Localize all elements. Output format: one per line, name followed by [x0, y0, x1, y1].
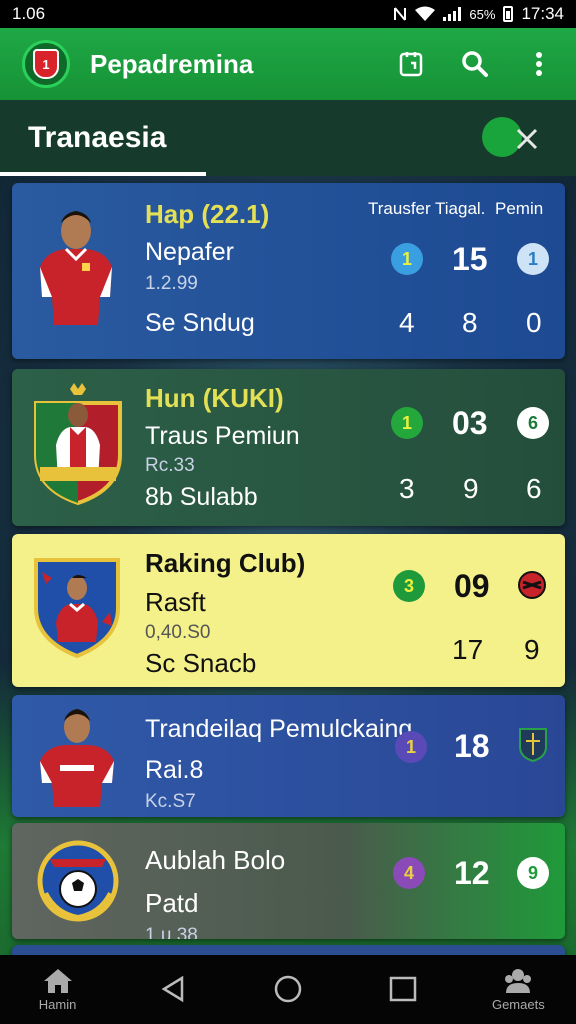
- player-sub: 1.u.38: [145, 925, 198, 939]
- list-item[interactable]: Hun (KUKI) Traus Pemiun Rc.33 8b Sulabb …: [12, 369, 565, 526]
- tab-active[interactable]: Tranaesia: [28, 121, 548, 155]
- nav-home-circle[interactable]: [243, 974, 333, 1006]
- home-icon: [43, 969, 72, 993]
- stat-value: 17: [452, 634, 484, 665]
- nav-home-label: Hamin: [38, 997, 77, 1012]
- player-name: Nepafer: [145, 238, 234, 266]
- rank-badge: 1: [395, 731, 427, 763]
- column-header-tiagal: Tiagal.: [435, 199, 486, 218]
- player-name: Rasft: [145, 587, 206, 617]
- wifi-icon: [415, 6, 436, 21]
- recents-icon: [389, 976, 417, 1001]
- score-value: 09: [454, 568, 490, 604]
- column-header-pemin: Pemin: [495, 199, 544, 218]
- nav-group-label: Gemaets: [491, 997, 545, 1012]
- rank-badge: 4: [393, 857, 425, 889]
- app-bar: 1 Pepadremina: [0, 28, 576, 100]
- app-logo[interactable]: 1: [22, 40, 70, 88]
- club-title: Aublah Bolo: [145, 845, 286, 875]
- player-name: Rai.8: [145, 756, 204, 784]
- points-badge: 6: [517, 407, 549, 439]
- player-stat: 8b Sulabb: [145, 483, 258, 511]
- player-sub: Rc.33: [145, 455, 195, 476]
- stat-value: 8: [462, 307, 478, 338]
- tab-strip: Tranaesia: [0, 100, 576, 176]
- player-stat: Sc Snacb: [145, 648, 257, 678]
- nav-recents[interactable]: [358, 976, 448, 1004]
- close-icon[interactable]: [512, 124, 542, 154]
- player-name: Traus Pemiun: [145, 422, 300, 450]
- status-time-right: 17:34: [521, 4, 564, 23]
- player-sub: Kc.S7: [145, 791, 196, 812]
- card-text: Hap (22.1) Nepafer 1.2.99 Se Sndug: [145, 199, 269, 338]
- player-avatar: [26, 197, 126, 342]
- battery-percent: 65%: [469, 6, 496, 22]
- search-icon[interactable]: [460, 49, 490, 79]
- player-name: Patd: [145, 888, 199, 918]
- player-stat: Se Sndug: [145, 309, 255, 337]
- stat-value: 3: [399, 473, 415, 504]
- points-badge: 1: [517, 243, 549, 275]
- nfc-icon: [394, 7, 407, 21]
- card-text: Hun (KUKI) Traus Pemiun Rc.33 8b Sulabb: [145, 383, 300, 512]
- club-crest: [30, 381, 126, 510]
- group-icon: [505, 969, 532, 993]
- list-item[interactable]: Aublah Bolo Patd 1.u.38 4 12 9: [12, 823, 565, 939]
- club-title: Raking Club): [145, 548, 306, 578]
- nav-home[interactable]: Hamin: [13, 967, 103, 1012]
- club-title: Trandeilaq Pemulckaing: [145, 715, 413, 743]
- score-value: 15: [452, 241, 488, 277]
- stat-value: 6: [526, 473, 542, 504]
- nav-back[interactable]: [128, 975, 218, 1005]
- signal-icon: [443, 7, 462, 21]
- rank-badge: 3: [393, 570, 425, 602]
- status-bar: 1.06 65% 17:34: [0, 0, 576, 28]
- app-bar-actions: [396, 49, 554, 79]
- more-vert-icon[interactable]: [524, 49, 554, 79]
- club-title: Hap (22.1): [145, 199, 270, 229]
- list-item-highlighted[interactable]: Raking Club) Rasft 0,40.S0 Sc Snacb 3 09…: [12, 534, 565, 687]
- score-value: 03: [452, 405, 488, 441]
- stat-value: 4: [399, 307, 415, 338]
- status-time-left: 1.06: [12, 4, 46, 23]
- rank-badge: 1: [391, 407, 423, 439]
- list-item[interactable]: Hap (22.1) Nepafer 1.2.99 Se Sndug Traus…: [12, 183, 565, 359]
- points-badge: 9: [517, 857, 549, 889]
- card-text: Raking Club) Rasft 0,40.S0 Sc Snacb: [145, 548, 305, 679]
- stat-value: 9: [524, 634, 540, 665]
- back-icon: [161, 975, 184, 1002]
- document-icon[interactable]: [396, 49, 426, 79]
- player-sub: 1.2.99: [145, 273, 198, 294]
- club-title: Hun (KUKI): [145, 383, 284, 413]
- logo-shield-icon: 1: [33, 49, 59, 79]
- stat-value: 0: [526, 307, 542, 338]
- club-crest: [36, 835, 120, 932]
- app-title: Pepadremina: [90, 48, 254, 79]
- stat-value: 9: [463, 473, 479, 504]
- home-circle-icon: [274, 975, 302, 1002]
- battery-icon: [503, 6, 514, 22]
- rank-badge: 1: [391, 243, 423, 275]
- nav-group[interactable]: Gemaets: [473, 967, 563, 1012]
- club-badge-icon: [518, 571, 546, 599]
- card-text: Trandeilaq Pemulckaing Rai.8 Kc.S7: [145, 715, 412, 813]
- card-text: Aublah Bolo Patd 1.u.38: [145, 845, 285, 939]
- tab-indicator: [0, 172, 206, 176]
- column-header-transfer: Trausfer: [368, 199, 431, 218]
- player-sub: 0,40.S0: [145, 622, 211, 643]
- player-avatar: [32, 703, 122, 817]
- status-icons: 65% 17:34: [393, 4, 564, 24]
- bottom-nav-bar: Hamin Gemaets: [0, 955, 576, 1024]
- list-item[interactable]: Trandeilaq Pemulckaing Rai.8 Kc.S7 1 18: [12, 695, 565, 817]
- score-value: 12: [454, 855, 490, 891]
- club-badge-icon: [519, 728, 547, 763]
- club-crest: [32, 552, 122, 663]
- score-value: 18: [454, 728, 490, 764]
